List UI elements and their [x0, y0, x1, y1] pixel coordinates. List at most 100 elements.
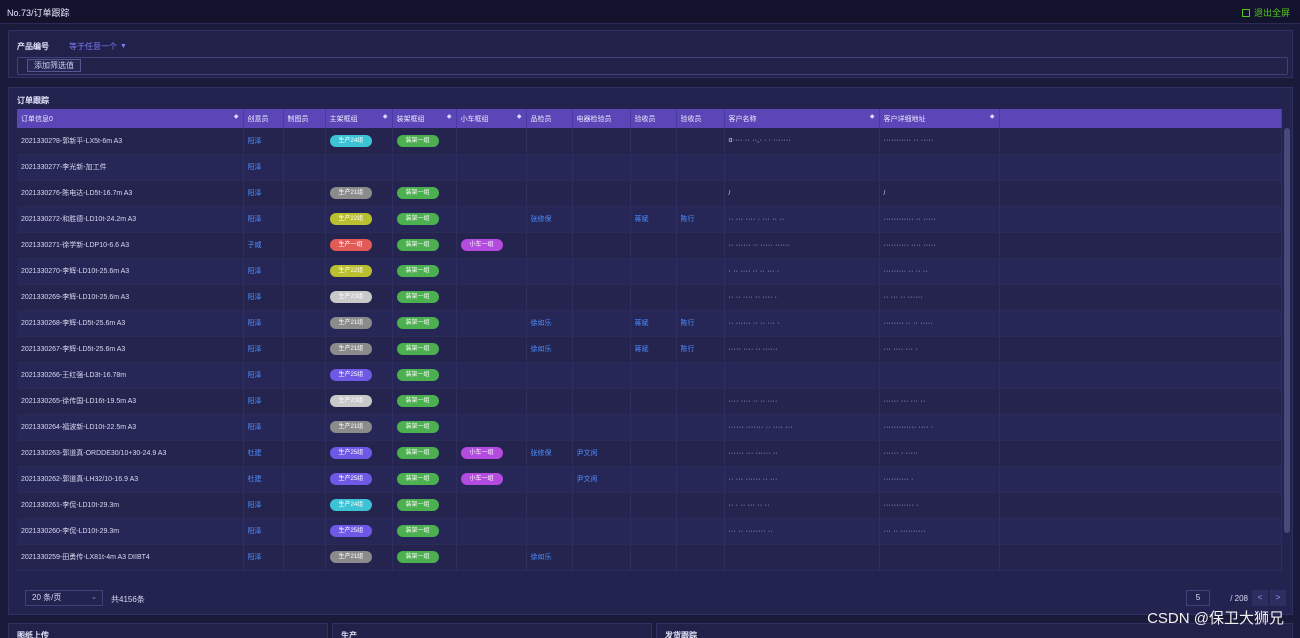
- table-row[interactable]: 2021330269-李辉-LD10t-25.6m A3 阳泽 生产23组 装架一组 ·…: [17, 284, 1282, 311]
- table-row[interactable]: 2021330268-李辉-LD5t-25.6m A3 阳泽 生产21组 装架一组 徐如…: [17, 310, 1282, 337]
- creator-cell-text[interactable]: 阳泽: [248, 502, 262, 509]
- inspector-cell-text[interactable]: 徐如乐: [531, 320, 552, 327]
- creator-cell-text[interactable]: 阳泽: [248, 320, 262, 327]
- pagination: 20 条/页 ⌄ 共4156条 5 / 208 < >: [17, 584, 1290, 608]
- creator-cell-text[interactable]: 阳泽: [248, 164, 262, 171]
- status-badge: 装架一组: [396, 239, 439, 251]
- tab-production[interactable]: 生产: [332, 623, 652, 638]
- main-frame-group-cell: 生产25组: [325, 518, 393, 545]
- customer-address-cell-text: ·········· ·: [883, 475, 914, 483]
- filler-cell: [999, 388, 1282, 415]
- table-row[interactable]: 2021330260-李侃-LD10t-29.3m 阳泽 生产25组 装架一组 ··· …: [17, 518, 1282, 545]
- table-row[interactable]: 2021330276-陈电达-LD5t-16.7m A3 阳泽 生产21组 装架一组 /…: [17, 180, 1282, 207]
- page-size-label: 20 条/页: [32, 593, 62, 602]
- column-header[interactable]: 客户名称 ◆: [724, 109, 880, 128]
- inspector-cell-text[interactable]: 徐如乐: [531, 554, 552, 561]
- creator-cell-text[interactable]: 阳泽: [248, 398, 262, 405]
- creator-cell-text[interactable]: 阳泽: [248, 138, 262, 145]
- creator-cell-text[interactable]: 阳泽: [248, 424, 262, 431]
- creator-cell-text[interactable]: 子威: [248, 242, 262, 249]
- column-header[interactable]: 小车框组 ◆: [456, 109, 527, 128]
- inspector-cell-text[interactable]: 张修保: [531, 216, 552, 223]
- trolley-group-cell: [456, 310, 527, 337]
- column-header[interactable]: 验收员: [630, 109, 677, 128]
- creator-cell-text[interactable]: 阳泽: [248, 346, 262, 353]
- creator-cell-text[interactable]: 阳泽: [248, 528, 262, 535]
- customer-name-cell: ·· ··· ······ ·· ···: [724, 466, 880, 493]
- add-filter-value-button[interactable]: 添加筛选值: [27, 59, 81, 72]
- creator-cell-text[interactable]: 阳泽: [248, 268, 262, 275]
- table-row[interactable]: 2021330277-李光新-加工件 阳泽: [17, 154, 1282, 181]
- filter-value-input[interactable]: [17, 57, 1288, 75]
- acceptor-2-cell-text[interactable]: 陈行: [681, 346, 695, 353]
- column-header[interactable]: 客户详细地址 ◆: [879, 109, 1000, 128]
- acceptor-cell-text[interactable]: 蒋斌: [635, 346, 649, 353]
- column-header[interactable]: 创意员: [243, 109, 284, 128]
- acceptor-cell-text[interactable]: 蒋斌: [635, 216, 649, 223]
- column-header[interactable]: 订单信息0 ◆: [17, 109, 244, 128]
- acceptor-2-cell: 陈行: [676, 310, 725, 337]
- table-row[interactable]: 2021330263-郭道真-ORDDE30/10+30-24.9 A3 杜建 生产…: [17, 440, 1282, 467]
- table-row[interactable]: 2021330259-田勇传-LX81t-4m A3 DIIBT4 阳泽 生产21组…: [17, 544, 1282, 571]
- acceptor-2-cell-text[interactable]: 陈行: [681, 216, 695, 223]
- order-info-cell: 2021330267-李辉-LD5t-25.6m A3: [17, 336, 244, 363]
- column-header[interactable]: 验收员: [676, 109, 725, 128]
- acceptor-cell-text[interactable]: 蒋斌: [635, 320, 649, 327]
- column-header[interactable]: 电器检验员: [572, 109, 631, 128]
- creator-cell-text[interactable]: 杜建: [248, 450, 262, 457]
- top-bar: No.73/订单跟踪 退出全屏: [0, 0, 1300, 24]
- creator-cell-text[interactable]: 杜建: [248, 476, 262, 483]
- current-page-input[interactable]: 5: [1186, 590, 1210, 606]
- customer-name-cell-text: ·· · ·· ··· ·· ··: [728, 501, 770, 509]
- column-header[interactable]: 主架框组 ◆: [325, 109, 393, 128]
- vertical-scrollbar[interactable]: [1284, 128, 1290, 533]
- assembly-group-cell: 装架一组: [392, 388, 457, 415]
- table-row[interactable]: 2021330266-王红强-LD3t-16.78m 阳泽 生产25组 装架一组: [17, 362, 1282, 389]
- main-frame-group-cell: 生产21组: [325, 180, 393, 207]
- creator-cell: 阳泽: [243, 180, 284, 207]
- assembly-group-cell: 装架一组: [392, 128, 457, 155]
- creator-cell: 阳泽: [243, 128, 284, 155]
- inspector-cell-text[interactable]: 徐如乐: [531, 346, 552, 353]
- creator-cell-text[interactable]: 阳泽: [248, 216, 262, 223]
- table-row[interactable]: 20213302?8-郭新平-LX5t-6m A3 阳泽 生产24组 装架一组 ɑ···…: [17, 128, 1282, 155]
- electrical-inspector-cell-text[interactable]: 尹文闲: [577, 476, 598, 483]
- table-row[interactable]: 2021330272-和胜德-LD10t-24.2m A3 阳泽 生产22组 装架一组…: [17, 206, 1282, 233]
- table-row[interactable]: 2021330271-徐学新-LDP10-6.6 A3 子威 生产一组 装架一组 小车一…: [17, 232, 1282, 259]
- creator-cell-text[interactable]: 阳泽: [248, 372, 262, 379]
- prev-page-button[interactable]: <: [1252, 590, 1268, 606]
- exit-fullscreen-button[interactable]: 退出全屏: [1241, 6, 1290, 19]
- creator-cell-text[interactable]: 阳泽: [248, 294, 262, 301]
- column-header[interactable]: 品检员: [526, 109, 573, 128]
- order-info-cell-text: 2021330264-福波新-LD10t-22.5m A3: [21, 424, 137, 431]
- column-header[interactable]: 装架框组 ◆: [392, 109, 457, 128]
- next-page-button[interactable]: >: [1270, 590, 1286, 606]
- order-info-cell: 2021330263-郭道真-ORDDE30/10+30-24.9 A3: [17, 440, 244, 467]
- table-row[interactable]: 2021330270-李辉-LD10t-25.6m A3 阳泽 生产22组 装架一组 ·…: [17, 258, 1282, 285]
- table-row[interactable]: 2021330264-福波新-LD10t-22.5m A3 阳泽 生产21组 装架一组…: [17, 414, 1282, 441]
- electrical-inspector-cell-text[interactable]: 尹文闲: [577, 450, 598, 457]
- creator-cell-text[interactable]: 阳泽: [248, 190, 262, 197]
- creator-cell: 阳泽: [243, 154, 284, 181]
- table-row[interactable]: 2021330267-李辉-LD5t-25.6m A3 阳泽 生产21组 装架一组 徐如…: [17, 336, 1282, 363]
- order-info-cell-text: 2021330270-李辉-LD10t-25.6m A3: [21, 268, 130, 275]
- creator-cell-text[interactable]: 阳泽: [248, 554, 262, 561]
- creator-cell: 阳泽: [243, 518, 284, 545]
- customer-address-cell-text: ············ ·: [883, 501, 919, 509]
- status-badge: 生产25组: [329, 369, 373, 381]
- trolley-group-cell: 小车一组: [456, 440, 527, 467]
- trolley-group-cell: [456, 206, 527, 233]
- column-header[interactable]: 制图员: [283, 109, 326, 128]
- filter-operator-select[interactable]: 等于任意一个 ▼: [69, 41, 127, 52]
- tab-drawing-upload[interactable]: 图纸上传: [8, 623, 328, 638]
- customer-address-cell: ·········· ·: [879, 466, 1000, 493]
- table-row[interactable]: 2021330265-徐传国-LD16t-19.5m A3 阳泽 生产23组 装架一组…: [17, 388, 1282, 415]
- table-row[interactable]: 2021330261-李侃-LD10t-29.3m 阳泽 生产24组 装架一组 ·· ·…: [17, 492, 1282, 519]
- inspector-cell-text[interactable]: 张修保: [531, 450, 552, 457]
- creator-cell: 阳泽: [243, 388, 284, 415]
- customer-address-cell-text: ······ · ·····: [883, 449, 919, 457]
- page-size-select[interactable]: 20 条/页 ⌄: [25, 590, 103, 606]
- customer-name-cell: ····· ···· ·· ······: [724, 336, 880, 363]
- acceptor-2-cell-text[interactable]: 陈行: [681, 320, 695, 327]
- table-row[interactable]: 2021330262-郭道真-LH32/10-16.9 A3 杜建 生产25组 装架一…: [17, 466, 1282, 493]
